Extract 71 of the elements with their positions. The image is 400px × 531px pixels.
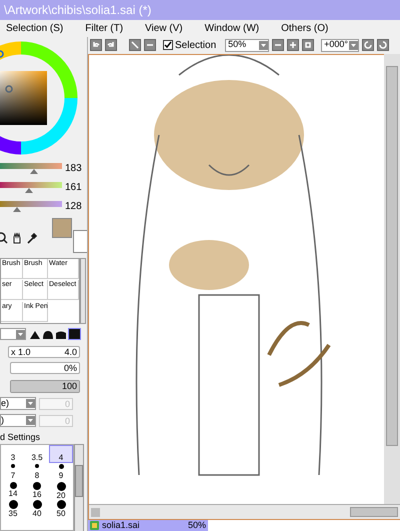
background-color-swatch[interactable] — [73, 230, 87, 253]
eyedropper-icon[interactable] — [26, 232, 38, 244]
rotation-dropdown[interactable]: +000° — [321, 38, 360, 52]
button-icon[interactable] — [144, 39, 156, 51]
dropdown-arrow-icon — [16, 330, 25, 338]
scrollbar[interactable] — [89, 504, 400, 519]
document-tab[interactable]: solia1.sai 50% — [88, 520, 208, 531]
density-value: 100 — [62, 381, 77, 392]
hand-icon[interactable] — [11, 232, 23, 244]
slider-thumb[interactable] — [30, 168, 38, 174]
menu-item[interactable]: Selection (S) — [6, 21, 64, 36]
rotation-value: +000° — [324, 38, 348, 52]
zoom-dropdown[interactable]: 50% — [225, 38, 270, 52]
brush-size-button[interactable]: 9 — [49, 463, 73, 481]
color-slider[interactable] — [0, 162, 62, 174]
rotate-left-icon[interactable] — [362, 39, 374, 51]
button-icon[interactable] — [129, 39, 141, 51]
slider-value: 161 — [65, 181, 82, 195]
undo-icon[interactable] — [90, 39, 102, 51]
zoom-in-icon[interactable] — [287, 39, 300, 51]
brush-size-button[interactable]: 3 — [1, 445, 25, 463]
scrollbar[interactable] — [74, 444, 84, 531]
dropdown-arrow-icon — [26, 416, 35, 425]
slider-thumb[interactable] — [25, 188, 34, 192]
rotate-right-icon[interactable] — [377, 39, 390, 51]
slider-thumb[interactable] — [12, 206, 21, 212]
zoom-value: 50% — [228, 38, 246, 52]
brush-size-button[interactable]: 3.5 — [25, 445, 49, 463]
brush-size-button[interactable]: 50 — [49, 499, 73, 517]
selection-checkbox[interactable] — [163, 40, 173, 50]
scrollbar[interactable] — [384, 54, 400, 504]
menu-item[interactable]: Others (O) — [281, 21, 328, 36]
menu-item[interactable]: Window (W) — [204, 21, 260, 36]
slider-value: 128 — [65, 200, 82, 214]
menu-item[interactable]: Filter (T) — [85, 21, 124, 36]
dropdown-value: e) — [1, 396, 10, 410]
foreground-color-swatch[interactable] — [52, 218, 72, 238]
brush-size-button[interactable]: 7 — [1, 463, 25, 481]
reset-icon[interactable] — [302, 39, 314, 51]
brush-size-button[interactable]: 4 — [49, 445, 73, 463]
menu-item[interactable]: View (V) — [145, 21, 183, 36]
dropdown[interactable]: ) — [0, 414, 36, 427]
brush-size-button[interactable]: 8 — [25, 463, 49, 481]
dropdown-arrow-icon — [349, 40, 358, 50]
size-multiplier: x 1.0 — [11, 347, 31, 357]
dropdown-value: ) — [1, 414, 4, 427]
brush-size-field[interactable]: x 1.0 4.0 — [8, 346, 80, 358]
window-title: \Artwork\chibis\solia1.sai (*) — [4, 2, 152, 19]
slider-value: 183 — [65, 162, 82, 176]
min-size-field[interactable]: 0% — [10, 362, 80, 374]
brush-size-button[interactable]: 16 — [25, 481, 49, 499]
checkbox-label: Selection — [175, 38, 216, 52]
color-slider[interactable] — [0, 182, 62, 194]
file-icon — [90, 521, 99, 530]
zoom-out-icon[interactable] — [272, 39, 284, 51]
brush-size-button[interactable]: 40 — [25, 499, 49, 517]
section-heading: d Settings — [0, 431, 42, 443]
density-slider[interactable]: 100 — [10, 380, 80, 393]
dropdown[interactable]: e) — [0, 397, 36, 410]
brush-size-button[interactable]: 35 — [1, 499, 25, 517]
brush-size-button[interactable]: 14 — [1, 481, 25, 499]
size-value: 4.0 — [64, 347, 77, 357]
scrollbar[interactable] — [80, 258, 86, 324]
dropdown-arrow-icon — [259, 40, 268, 50]
color-slider[interactable] — [0, 200, 62, 212]
tab-zoom: 50% — [188, 518, 206, 531]
brush-shape-icon[interactable] — [29, 328, 81, 340]
redo-icon[interactable] — [105, 39, 117, 51]
dropdown-arrow-icon — [26, 399, 35, 408]
brush-size-button[interactable]: 20 — [49, 481, 73, 499]
dropdown[interactable] — [0, 328, 26, 340]
